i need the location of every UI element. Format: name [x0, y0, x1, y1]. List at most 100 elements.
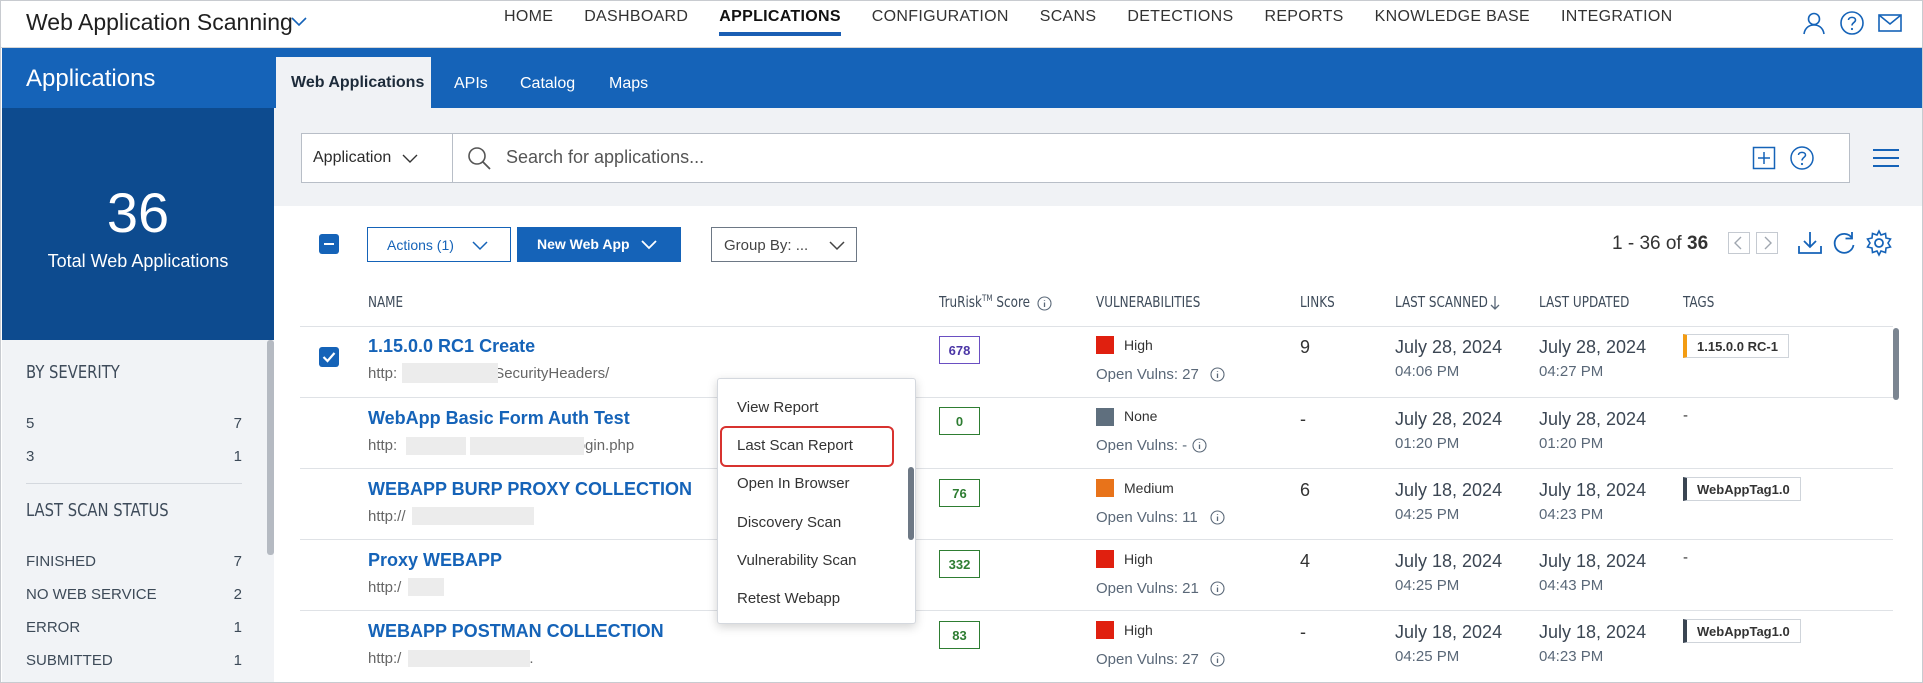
top-bar: Web Application Scanning HOME DASHBOARD … [0, 0, 1923, 48]
status-filter-submitted[interactable]: SUBMITTED 1 [26, 652, 242, 669]
open-vulns: Open Vulns: 27 [1096, 651, 1199, 668]
tags-empty: - [1683, 549, 1688, 566]
tab-maps[interactable]: Maps [609, 75, 648, 93]
chevron-down-icon [829, 241, 845, 251]
app-name-link[interactable]: WEBAPP POSTMAN COLLECTION [368, 621, 664, 642]
nav-integration[interactable]: INTEGRATION [1561, 0, 1672, 48]
column-header-vulnerabilities[interactable]: VULNERABILITIES [1096, 293, 1200, 311]
column-header-tags[interactable]: TAGS [1683, 293, 1714, 311]
sort-descending-icon[interactable] [1489, 295, 1501, 311]
severity-filter-5[interactable]: 57 [26, 415, 242, 432]
total-apps-card: 36 Total Web Applications [2, 108, 274, 340]
left-panel-title: Applications [26, 65, 156, 92]
filter-panel: BY SEVERITY 57 31 LAST SCAN STATUS FINIS… [2, 340, 274, 683]
severity-indicator [1096, 336, 1114, 354]
severity-heading: BY SEVERITY [26, 362, 120, 383]
app-name-link[interactable]: Proxy WEBAPP [368, 550, 502, 571]
tab-apis[interactable]: APIs [454, 75, 488, 93]
user-icon[interactable] [1801, 10, 1827, 36]
last-updated-time: 04:23 PM [1539, 648, 1604, 665]
row-checkbox[interactable] [319, 347, 339, 367]
menu-icon[interactable] [1872, 147, 1900, 169]
nav-reports[interactable]: REPORTS [1264, 0, 1343, 48]
search-input[interactable]: Search for applications... [506, 147, 704, 168]
status-filter-finished[interactable]: FINISHED 7 [26, 553, 242, 570]
select-all-checkbox[interactable] [319, 234, 339, 254]
help-icon[interactable] [1789, 145, 1815, 171]
redacted-mask [408, 650, 530, 667]
search-icon [468, 147, 491, 170]
menu-item-open-in-browser[interactable]: Open In Browser [737, 475, 850, 492]
app-name-link[interactable]: WebApp Basic Form Auth Test [368, 408, 630, 429]
links-count: 6 [1300, 480, 1311, 500]
app-name-link[interactable]: 1.15.0.0 RC1 Create [368, 336, 535, 357]
menu-item-vulnerability-scan[interactable]: Vulnerability Scan [737, 552, 857, 569]
download-icon[interactable] [1796, 229, 1824, 257]
nav-scans[interactable]: SCANS [1040, 0, 1097, 48]
column-header-name[interactable]: NAME [368, 293, 403, 311]
last-scanned-time: 04:25 PM [1395, 577, 1460, 594]
group-by-select[interactable]: Group By: ... [711, 227, 857, 262]
prev-page-button[interactable] [1728, 232, 1750, 254]
column-header-trurisk[interactable]: TruRiskTM Score [939, 293, 1030, 311]
nav-dashboard[interactable]: DASHBOARD [584, 0, 688, 48]
tags-empty: - [1683, 407, 1688, 424]
tab-catalog[interactable]: Catalog [520, 75, 575, 93]
severity-filter-3[interactable]: 31 [26, 448, 242, 465]
scan-status-heading: LAST SCAN STATUS [26, 500, 169, 521]
nav-applications[interactable]: APPLICATIONS [719, 0, 841, 48]
add-icon[interactable] [1752, 146, 1776, 170]
menu-item-discovery-scan[interactable]: Discovery Scan [737, 514, 841, 531]
nav-configuration[interactable]: CONFIGURATION [872, 0, 1009, 48]
mail-icon[interactable] [1877, 10, 1903, 36]
next-page-button[interactable] [1756, 232, 1778, 254]
tag-badge[interactable]: WebAppTag1.0 [1683, 477, 1801, 501]
tab-web-applications[interactable]: Web Applications [276, 57, 431, 108]
divider [300, 397, 1893, 398]
redacted-mask [470, 437, 584, 455]
filter-scrollbar[interactable] [267, 340, 274, 555]
column-header-last-updated[interactable]: LAST UPDATED [1539, 293, 1629, 311]
status-filter-error[interactable]: ERROR 1 [26, 619, 242, 636]
nav-home[interactable]: HOME [504, 0, 553, 48]
table-scrollbar[interactable] [1893, 328, 1899, 400]
actions-button[interactable]: Actions (1) [367, 227, 511, 262]
nav-knowledge-base[interactable]: KNOWLEDGE BASE [1375, 0, 1530, 48]
chevron-down-icon[interactable] [290, 12, 308, 30]
settings-icon[interactable] [1865, 229, 1893, 257]
chevron-right-icon [1764, 236, 1772, 250]
column-header-last-scanned[interactable]: LAST SCANNED [1395, 293, 1488, 311]
app-name-link[interactable]: WEBAPP BURP PROXY COLLECTION [368, 479, 692, 500]
sub-tab-strip: Web Applications APIs Catalog Maps [274, 48, 1923, 108]
trurisk-score-badge: 76 [939, 479, 980, 507]
divider [300, 610, 1893, 611]
severity-indicator [1096, 621, 1114, 639]
info-icon[interactable] [1037, 296, 1052, 311]
new-web-app-button[interactable]: New Web App [517, 227, 681, 262]
refresh-icon[interactable] [1830, 229, 1858, 257]
tag-badge[interactable]: 1.15.0.0 RC-1 [1683, 334, 1789, 358]
open-vulns: Open Vulns: - [1096, 437, 1188, 454]
menu-item-retest-webapp[interactable]: Retest Webapp [737, 590, 840, 607]
last-scanned-time: 01:20 PM [1395, 435, 1460, 452]
search-scope-select[interactable]: Application [302, 134, 453, 182]
menu-item-view-report[interactable]: View Report [737, 399, 818, 416]
column-header-links[interactable]: LINKS [1300, 293, 1335, 311]
info-icon[interactable] [1210, 652, 1225, 667]
trurisk-score-badge: 332 [939, 550, 980, 578]
last-updated-date: July 18, 2024 [1539, 480, 1647, 500]
status-filter-no-web-service[interactable]: NO WEB SERVICE 2 [26, 586, 242, 603]
info-icon[interactable] [1210, 510, 1225, 525]
open-vulns: Open Vulns: 27 [1096, 366, 1199, 383]
tag-badge[interactable]: WebAppTag1.0 [1683, 619, 1801, 643]
severity-label: None [1124, 408, 1158, 424]
info-icon[interactable] [1210, 367, 1225, 382]
help-icon[interactable] [1839, 10, 1865, 36]
pagination-info: 1 - 36 of 36 [1612, 233, 1709, 254]
trurisk-score-badge: 678 [939, 336, 980, 364]
menu-scrollbar[interactable] [908, 467, 914, 540]
nav-detections[interactable]: DETECTIONS [1127, 0, 1233, 48]
info-icon[interactable] [1192, 438, 1207, 453]
info-icon[interactable] [1210, 581, 1225, 596]
redacted-mask [406, 437, 466, 455]
